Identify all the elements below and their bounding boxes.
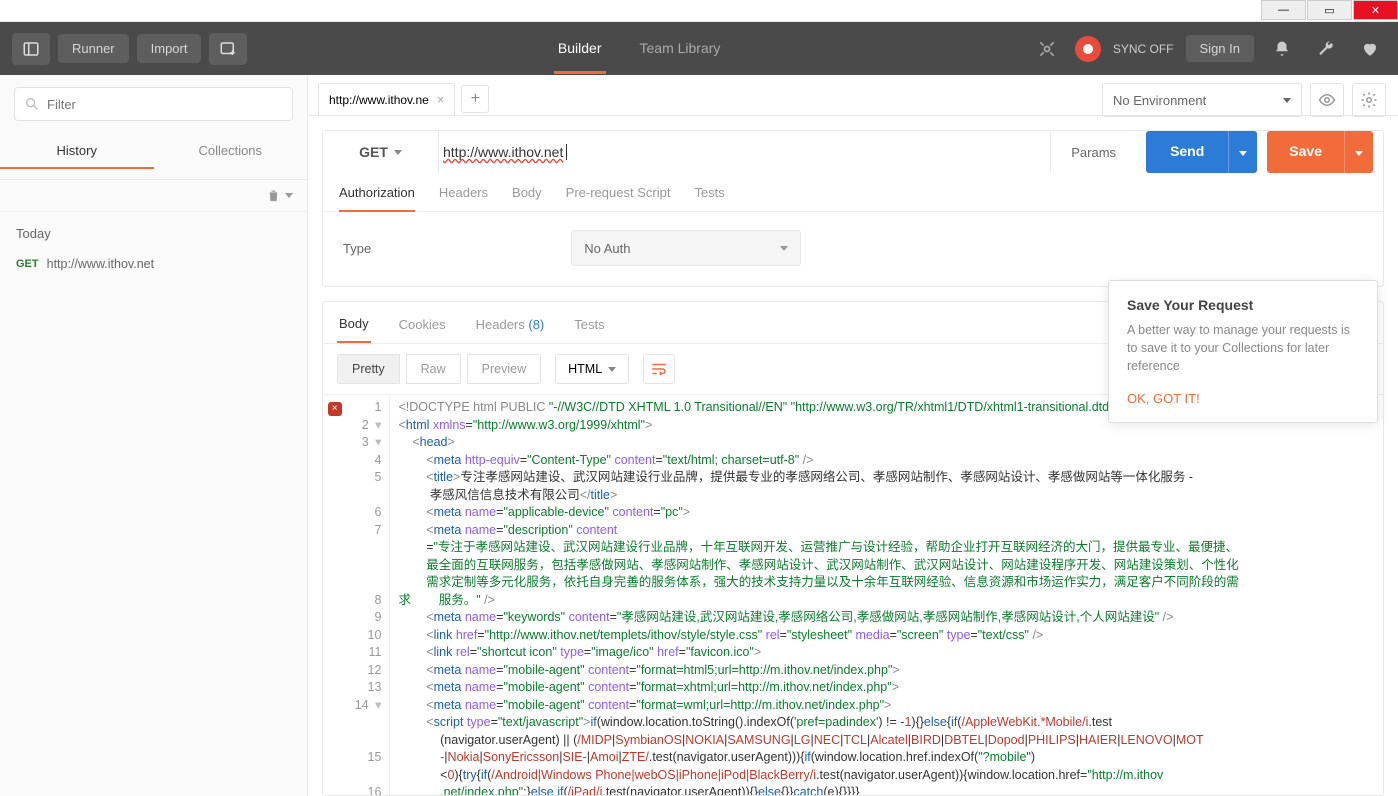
language-select[interactable]: HTML: [555, 354, 629, 384]
clear-history-button[interactable]: [266, 188, 293, 203]
auth-type-label: Type: [343, 241, 371, 256]
response-tab-headers[interactable]: Headers (8): [474, 313, 547, 342]
environment-quick-look-button[interactable]: [1310, 83, 1344, 117]
chevron-down-icon: [1283, 98, 1291, 103]
history-item[interactable]: GET http://www.ithov.net: [0, 249, 307, 279]
request-tab-title: http://www.ithov.ne: [329, 93, 429, 107]
view-preview-button[interactable]: Preview: [467, 354, 541, 384]
history-section-today: Today: [0, 212, 307, 249]
response-code-area[interactable]: × 1 2 ▾ 3 ▾ 4 5 6 7 8 9 10 11 12 13 14 ▾…: [323, 395, 1383, 795]
gear-icon: [1360, 91, 1378, 109]
chevron-down-icon: [608, 367, 616, 372]
save-dropdown-button[interactable]: [1344, 131, 1373, 173]
response-tab-body[interactable]: Body: [337, 312, 371, 343]
maximize-button[interactable]: ▭: [1307, 0, 1352, 20]
subtab-tests[interactable]: Tests: [694, 185, 724, 212]
view-pretty-button[interactable]: Pretty: [337, 354, 400, 384]
subtab-authorization[interactable]: Authorization: [339, 185, 415, 212]
main-panel: No Environment http://www.ithov.ne × + G…: [308, 75, 1398, 796]
response-tab-cookies[interactable]: Cookies: [397, 313, 448, 342]
environment-settings-button[interactable]: [1352, 83, 1386, 117]
response-tab-headers-label: Headers: [476, 317, 525, 332]
minimize-button[interactable]: —: [1261, 0, 1306, 20]
chevron-down-icon: [285, 193, 293, 198]
request-tab[interactable]: http://www.ithov.ne ×: [318, 83, 455, 115]
tab-team-library[interactable]: Team Library: [636, 23, 725, 74]
environment-select-label: No Environment: [1113, 93, 1206, 108]
response-tab-tests[interactable]: Tests: [572, 313, 606, 342]
close-window-button[interactable]: ✕: [1353, 0, 1398, 20]
save-button[interactable]: Save: [1267, 131, 1344, 173]
trash-icon: [266, 188, 281, 203]
popover-title: Save Your Request: [1127, 297, 1359, 313]
history-item-method: GET: [16, 258, 39, 270]
heart-icon: [1361, 40, 1379, 58]
panel-icon: [22, 40, 40, 58]
view-raw-button[interactable]: Raw: [406, 354, 461, 384]
tab-builder[interactable]: Builder: [554, 23, 606, 74]
chevron-down-icon: [1355, 151, 1363, 156]
subtab-body[interactable]: Body: [512, 185, 542, 212]
url-text: http://www.ithov.net: [439, 144, 567, 160]
sync-status: SYNC OFF: [1113, 42, 1174, 56]
bell-icon: [1273, 40, 1291, 58]
popover-ok-button[interactable]: OK, GOT IT!: [1127, 391, 1359, 406]
heart-button[interactable]: [1354, 40, 1386, 58]
import-button[interactable]: Import: [137, 34, 202, 63]
environment-select[interactable]: No Environment: [1102, 83, 1302, 117]
sidebar-tab-collections[interactable]: Collections: [154, 133, 308, 179]
wrench-icon: [1317, 40, 1335, 58]
search-icon: [24, 96, 40, 112]
url-input[interactable]: http://www.ithov.net: [439, 131, 1051, 173]
notifications-button[interactable]: [1266, 40, 1298, 58]
language-value: HTML: [568, 362, 602, 376]
sidebar: History Collections Today GET http://www…: [0, 75, 308, 796]
window-plus-icon: [219, 40, 237, 58]
history-item-url: http://www.ithov.net: [47, 257, 154, 271]
toggle-sidebar-button[interactable]: [12, 33, 50, 65]
code-content: <!DOCTYPE html PUBLIC "-//W3C//DTD XHTML…: [390, 395, 1246, 795]
auth-type-select[interactable]: No Auth: [571, 230, 801, 266]
send-dropdown-button[interactable]: [1228, 131, 1257, 173]
eye-icon: [1318, 91, 1336, 109]
save-request-popover: Save Your Request A better way to manage…: [1108, 280, 1378, 423]
app-header: Runner Import Builder Team Library SYNC …: [0, 22, 1398, 75]
signin-button[interactable]: Sign In: [1186, 35, 1254, 62]
chevron-down-icon: [780, 246, 788, 251]
new-window-button[interactable]: [209, 33, 247, 65]
close-tab-button[interactable]: ×: [437, 92, 445, 107]
wrap-icon: [650, 360, 668, 378]
popover-body: A better way to manage your requests is …: [1127, 321, 1359, 375]
satellite-icon: [1037, 39, 1057, 59]
line-wrap-button[interactable]: [643, 354, 675, 384]
sidebar-tab-history[interactable]: History: [0, 133, 154, 179]
filter-input[interactable]: [14, 87, 293, 121]
text-caret: [566, 144, 567, 160]
response-headers-count: (8): [528, 317, 544, 332]
params-button[interactable]: Params: [1051, 131, 1136, 173]
auth-type-value: No Auth: [584, 241, 630, 256]
sync-indicator[interactable]: [1075, 36, 1101, 62]
interceptor-icon[interactable]: [1031, 39, 1063, 59]
settings-button[interactable]: [1310, 40, 1342, 58]
runner-button[interactable]: Runner: [58, 34, 129, 63]
method-value: GET: [359, 144, 388, 160]
send-button[interactable]: Send: [1146, 131, 1228, 173]
window-titlebar: — ▭ ✕: [0, 0, 1398, 22]
chevron-down-icon: [394, 150, 402, 155]
method-select[interactable]: GET: [323, 131, 439, 173]
request-panel: GET http://www.ithov.net Params Send Sav…: [322, 130, 1384, 287]
chevron-down-icon: [1239, 151, 1247, 156]
subtab-prerequest[interactable]: Pre-request Script: [566, 185, 671, 212]
subtab-headers[interactable]: Headers: [439, 185, 488, 212]
code-gutter: × 1 2 ▾ 3 ▾ 4 5 6 7 8 9 10 11 12 13 14 ▾…: [323, 395, 390, 795]
new-tab-button[interactable]: +: [461, 85, 489, 113]
